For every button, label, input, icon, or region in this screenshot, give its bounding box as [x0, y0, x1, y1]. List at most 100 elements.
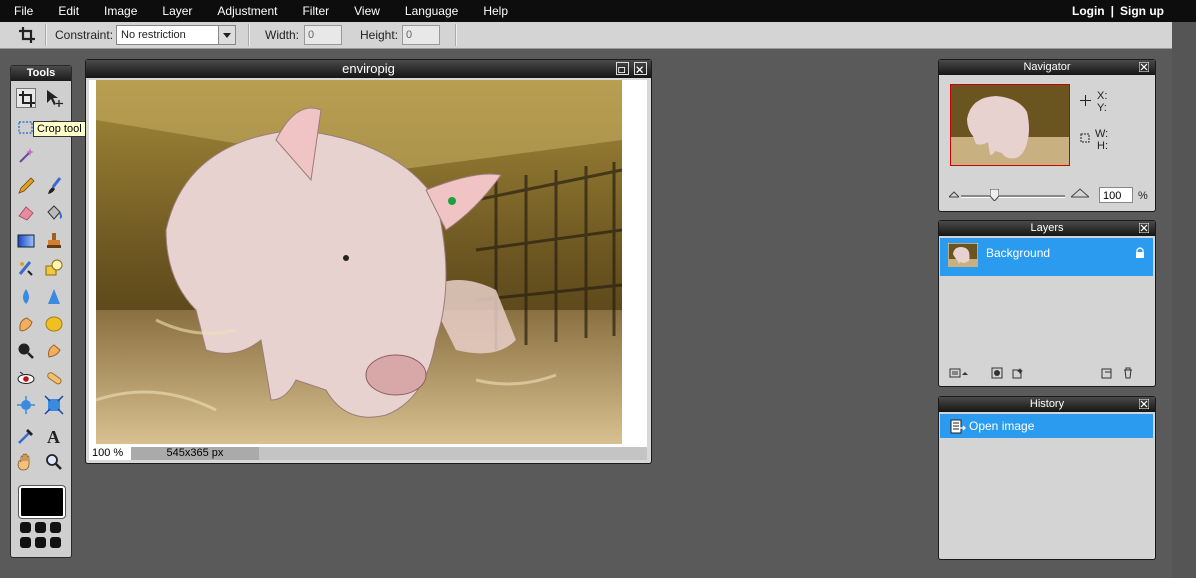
pencil-icon[interactable]	[16, 176, 36, 196]
image-window: enviropig 100 % 545x365 px	[85, 59, 652, 464]
divider	[45, 24, 47, 46]
layers-title: Layers	[1030, 222, 1064, 234]
menu-filter[interactable]: Filter	[288, 0, 340, 22]
history-item-label: Open image	[969, 419, 1035, 433]
nav-h-label: H:	[1097, 140, 1108, 152]
navigator-thumbnail[interactable]	[950, 84, 1070, 166]
delete-layer-icon[interactable]	[1122, 367, 1134, 379]
height-label: Height:	[360, 28, 399, 42]
open-document-icon	[950, 419, 966, 434]
crosshair-icon	[1080, 95, 1091, 106]
zoom-out-icon[interactable]	[949, 190, 959, 198]
nav-w-label: W:	[1095, 128, 1109, 140]
menu-image[interactable]: Image	[90, 0, 148, 22]
menu-view[interactable]: View	[340, 0, 391, 22]
menu-adjustment[interactable]: Adjustment	[203, 0, 288, 22]
nav-x-label: X:	[1097, 90, 1108, 102]
zoom-percent: %	[1138, 190, 1148, 202]
blur-icon[interactable]	[16, 287, 36, 307]
close-icon[interactable]	[1139, 223, 1149, 233]
history-item[interactable]: Open image	[940, 414, 1153, 438]
zoom-in-icon[interactable]	[1071, 188, 1089, 198]
layers-titlebar[interactable]: Layers	[939, 221, 1155, 236]
bloat-icon[interactable]	[16, 395, 36, 415]
image-title: enviropig	[342, 61, 395, 76]
right-edge-strip	[1172, 0, 1196, 578]
width-input[interactable]: 0	[304, 25, 342, 45]
constraint-label: Constraint:	[55, 28, 114, 42]
signup-link[interactable]: Sign up	[1120, 4, 1164, 18]
eraser-icon[interactable]	[16, 203, 36, 223]
zoom-level[interactable]: 100 %	[89, 447, 132, 460]
canvas-status-bar: 100 % 545x365 px	[89, 447, 647, 460]
zoom-input[interactable]: 100	[1099, 187, 1133, 203]
crop-icon	[18, 26, 38, 44]
navigator-titlebar[interactable]: Navigator	[939, 60, 1155, 75]
login-link[interactable]: Login	[1072, 4, 1105, 18]
history-title: History	[1029, 398, 1065, 410]
svg-text:A: A	[47, 427, 60, 446]
hand-icon[interactable]	[16, 452, 36, 472]
close-icon[interactable]	[1139, 62, 1149, 72]
layer-thumbnail	[948, 243, 978, 267]
zoom-value: 100	[1103, 190, 1122, 202]
constraint-select[interactable]: No restriction	[116, 25, 236, 45]
zoom-icon[interactable]	[44, 452, 64, 472]
lock-icon[interactable]	[1135, 247, 1145, 259]
layer-styles-icon[interactable]	[1012, 367, 1024, 379]
new-layer-icon[interactable]	[1101, 367, 1113, 379]
constraint-value: No restriction	[121, 29, 186, 41]
color-replace-icon[interactable]	[16, 258, 36, 278]
dodge-icon[interactable]	[16, 341, 36, 361]
menu-help[interactable]: Help	[469, 0, 519, 22]
maximize-icon[interactable]	[616, 62, 629, 75]
nav-y-label: Y:	[1097, 102, 1107, 114]
red-eye-icon[interactable]	[16, 368, 36, 388]
menu-layer[interactable]: Layer	[148, 0, 203, 22]
crop-icon[interactable]	[16, 88, 36, 108]
spot-heal-icon[interactable]	[44, 368, 64, 388]
type-icon[interactable]: A	[44, 426, 64, 447]
width-value: 0	[308, 29, 315, 41]
width-label: Width:	[265, 28, 300, 42]
burn-icon[interactable]	[44, 341, 64, 361]
divider	[455, 24, 457, 46]
chevron-down-icon[interactable]	[218, 26, 235, 44]
foreground-color-swatch[interactable]	[19, 486, 65, 518]
color-picker-icon[interactable]	[16, 426, 36, 446]
tool-options-bar: Constraint: No restriction Width: 0 Heig…	[0, 22, 1172, 49]
height-input[interactable]: 0	[402, 25, 440, 45]
sponge-icon[interactable]	[44, 314, 64, 334]
magic-wand-icon[interactable]	[16, 145, 36, 165]
layer-mask-icon[interactable]	[991, 367, 1003, 379]
tools-panel: Tools A	[10, 65, 72, 558]
main-menu: File Edit Image Layer Adjustment Filter …	[0, 0, 519, 22]
auth-separator: |	[1110, 4, 1114, 18]
sharpen-icon[interactable]	[44, 287, 64, 307]
drawing-icon[interactable]	[44, 258, 64, 278]
zoom-slider-thumb[interactable]	[990, 189, 999, 201]
menu-bar: File Edit Image Layer Adjustment Filter …	[0, 0, 1196, 22]
layer-settings-icon[interactable]	[949, 367, 961, 379]
history-titlebar[interactable]: History	[939, 397, 1155, 412]
zoom-slider-track[interactable]	[961, 189, 1065, 201]
selection-size-icon	[1080, 133, 1090, 143]
close-icon[interactable]	[1139, 399, 1149, 409]
canvas-area[interactable]	[89, 80, 647, 447]
close-icon[interactable]	[634, 62, 647, 75]
layer-row[interactable]: Background	[940, 238, 1153, 276]
gradient-icon[interactable]	[16, 231, 36, 251]
pinch-icon[interactable]	[44, 395, 64, 415]
image-window-titlebar[interactable]: enviropig	[86, 60, 651, 78]
height-value: 0	[406, 29, 413, 41]
brush-icon[interactable]	[44, 176, 64, 196]
chevron-up-icon[interactable]	[961, 367, 969, 379]
menu-language[interactable]: Language	[391, 0, 469, 22]
move-icon[interactable]	[44, 88, 64, 108]
menu-edit[interactable]: Edit	[44, 0, 90, 22]
smudge-icon[interactable]	[16, 314, 36, 334]
pig-photo[interactable]	[96, 80, 622, 444]
clone-stamp-icon[interactable]	[44, 231, 64, 251]
menu-file[interactable]: File	[0, 0, 44, 22]
paint-bucket-icon[interactable]	[44, 203, 64, 223]
